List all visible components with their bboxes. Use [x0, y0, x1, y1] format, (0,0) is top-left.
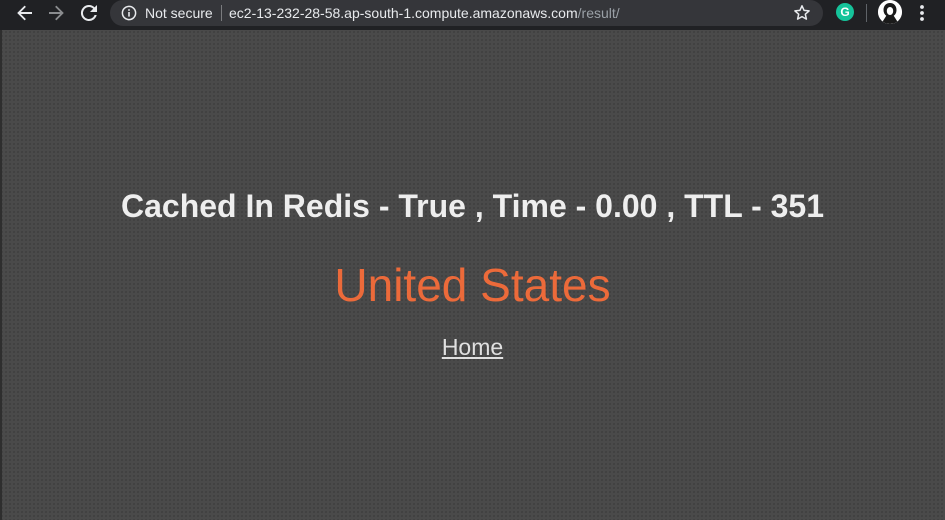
forward-button[interactable] — [42, 0, 70, 26]
reload-icon — [80, 4, 97, 21]
avatar-image — [878, 0, 902, 24]
reload-button[interactable] — [75, 0, 103, 26]
url-path: /result/ — [577, 5, 620, 21]
back-arrow-icon — [17, 5, 32, 21]
back-button[interactable] — [11, 0, 39, 26]
url-text[interactable]: ec2-13-232-28-58.ap-south-1.compute.amaz… — [229, 5, 620, 21]
security-status-label[interactable]: Not secure — [145, 5, 213, 21]
address-bar[interactable]: Not secure ec2-13-232-28-58.ap-south-1.c… — [110, 0, 823, 26]
toolbar-divider — [866, 4, 867, 22]
more-vert-icon — [920, 5, 924, 21]
cache-status-heading: Cached In Redis - True , Time - 0.00 , T… — [120, 188, 825, 224]
country-result: United States — [334, 259, 611, 311]
browser-toolbar: Not secure ec2-13-232-28-58.ap-south-1.c… — [0, 0, 945, 30]
url-host: ec2-13-232-28-58.ap-south-1.compute.amaz… — [229, 5, 578, 21]
more-vert-button[interactable] — [912, 2, 932, 24]
forward-arrow-icon — [49, 5, 64, 21]
address-bar-divider — [221, 5, 222, 21]
grammarly-icon[interactable]: G — [836, 3, 854, 21]
browser-window: Not secure ec2-13-232-28-58.ap-south-1.c… — [0, 0, 945, 520]
star-icon[interactable] — [793, 4, 811, 22]
info-icon[interactable] — [121, 5, 137, 21]
home-link-container: Home — [0, 334, 945, 361]
home-link[interactable]: Home — [442, 334, 503, 360]
grammarly-letter: G — [840, 5, 850, 19]
page-content: Cached In Redis - True , Time - 0.00 , T… — [0, 30, 945, 520]
profile-avatar-icon[interactable] — [878, 0, 902, 24]
